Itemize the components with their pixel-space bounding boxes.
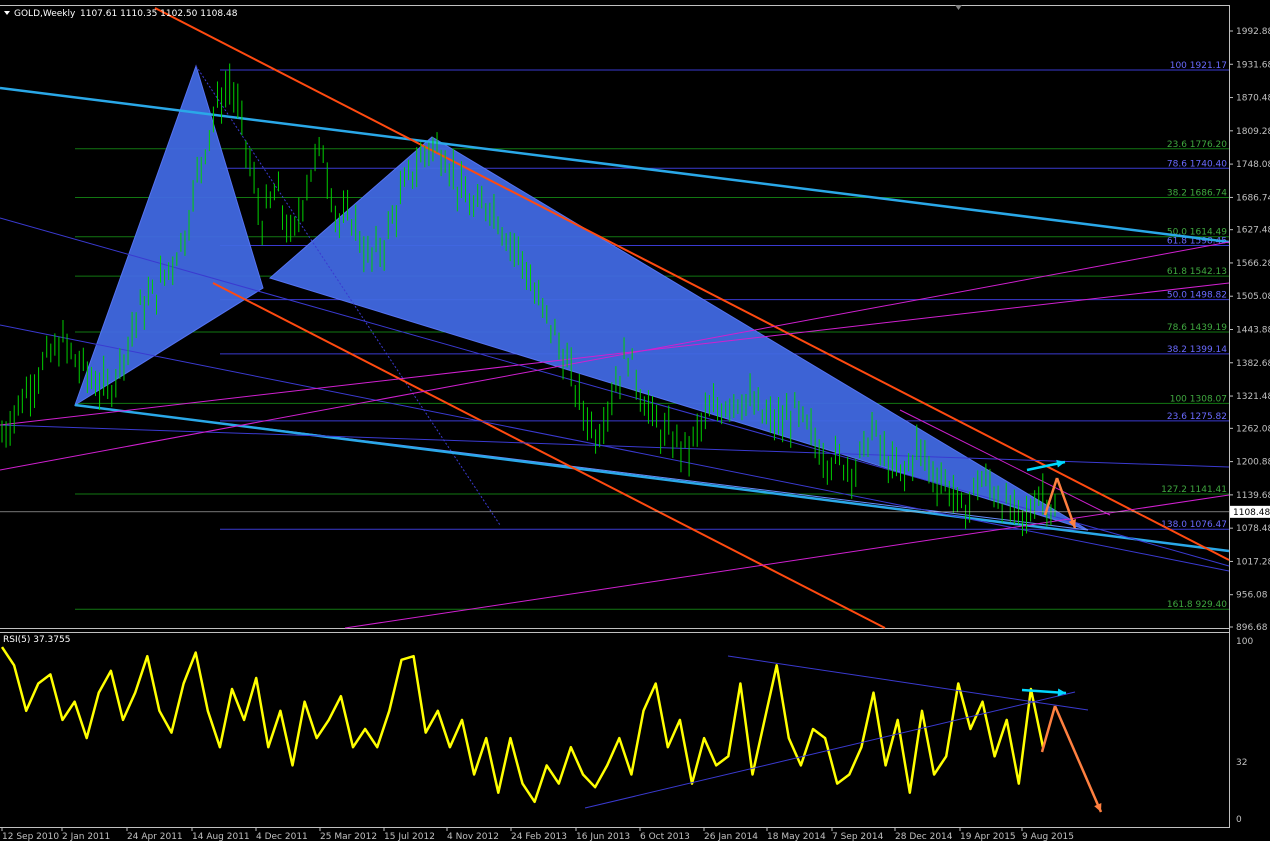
- price-tick-label: 1627.48: [1236, 226, 1270, 236]
- price-tick-label: 1992.88: [1236, 27, 1270, 37]
- chart-canvas: 100 1921.17 23.6 1776.20 78.6 1740.40 38.2 …: [0, 0, 1270, 841]
- date-tick-label: 24 Apr 2011: [127, 832, 183, 841]
- price-tick-label: 1870.48: [1236, 94, 1270, 104]
- price-tick-label: 1931.68: [1236, 60, 1270, 70]
- date-tick-label: 4 Dec 2011: [256, 832, 308, 841]
- price-tick-label: 1200.88: [1236, 458, 1270, 468]
- date-tick-label: 28 Dec 2014: [895, 832, 953, 841]
- date-tick-label: 4 Nov 2012: [447, 832, 499, 841]
- price-tick-label: 1443.88: [1236, 325, 1270, 335]
- date-tick-label: 7 Sep 2014: [832, 832, 884, 841]
- ohlc-readout: 1107.61 1110.35 1102.50 1108.48: [80, 9, 238, 19]
- price-tick-label: 1566.28: [1236, 259, 1270, 269]
- price-tick-label: 1321.48: [1236, 392, 1270, 402]
- date-tick-label: 24 Feb 2013: [511, 832, 567, 841]
- price-tick-label: 1017.28: [1236, 557, 1270, 567]
- fib-level-label: 23.6 1275.82: [1167, 412, 1227, 422]
- date-tick-label: 2 Jan 2011: [62, 832, 110, 841]
- fib-level-label: 78.6 1740.40: [1167, 159, 1227, 169]
- date-tick-label: 26 Jan 2014: [704, 832, 758, 841]
- price-tick-label: 896.68: [1236, 623, 1268, 633]
- fib-level-label: 100 1921.17: [1170, 61, 1227, 71]
- date-tick-label: 18 May 2014: [767, 832, 826, 841]
- price-tick-label: 1139.68: [1236, 491, 1270, 501]
- price-tick-label: 1505.08: [1236, 292, 1270, 302]
- rsi-tick-label: 32: [1236, 758, 1247, 768]
- fib-level-label: 38.2 1686.74: [1167, 188, 1227, 198]
- date-tick-label: 14 Aug 2011: [192, 832, 250, 841]
- rsi-label: RSI(5) 37.3755: [3, 635, 70, 645]
- date-tick-label: 6 Oct 2013: [640, 832, 690, 841]
- fib-level-label: 161.8 929.40: [1167, 600, 1227, 610]
- date-tick-label: 16 Jun 2013: [576, 832, 630, 841]
- date-tick-label: 19 Apr 2015: [960, 832, 1016, 841]
- fib-level-label: 23.6 1776.20: [1167, 140, 1227, 150]
- symbol-label: GOLD,Weekly: [14, 9, 76, 19]
- price-tick-label: 1262.08: [1236, 424, 1270, 434]
- current-price-label: 1108.48: [1233, 508, 1270, 518]
- fib-level-label: 127.2 1141.41: [1161, 485, 1227, 495]
- price-tick-label: 1078.48: [1236, 524, 1270, 534]
- price-tick-label: 956.08: [1236, 591, 1268, 601]
- fib-level-label: 50.0 1498.82: [1167, 291, 1227, 301]
- date-tick-label: 12 Sep 2010: [2, 832, 59, 841]
- fib-level-label: 100 1308.07: [1170, 394, 1227, 404]
- rsi-tick-label: 0: [1236, 815, 1242, 825]
- date-tick-label: 25 Mar 2012: [320, 832, 377, 841]
- rsi-tick-label: 100: [1236, 637, 1253, 647]
- price-tick-label: 1748.08: [1236, 160, 1270, 170]
- fib-level-label: 38.2 1399.14: [1167, 345, 1227, 355]
- date-tick-label: 9 Aug 2015: [1022, 832, 1074, 841]
- fib-level-label: 78.6 1439.19: [1167, 323, 1227, 333]
- price-tick-label: 1809.28: [1236, 127, 1270, 137]
- fib-level-label: 138.0 1076.47: [1161, 520, 1227, 530]
- date-tick-label: 15 Jul 2012: [384, 832, 435, 841]
- price-tick-label: 1686.74: [1236, 193, 1270, 203]
- fib-level-label: 61.8 1542.13: [1167, 267, 1227, 277]
- price-tick-label: 1382.68: [1236, 359, 1270, 369]
